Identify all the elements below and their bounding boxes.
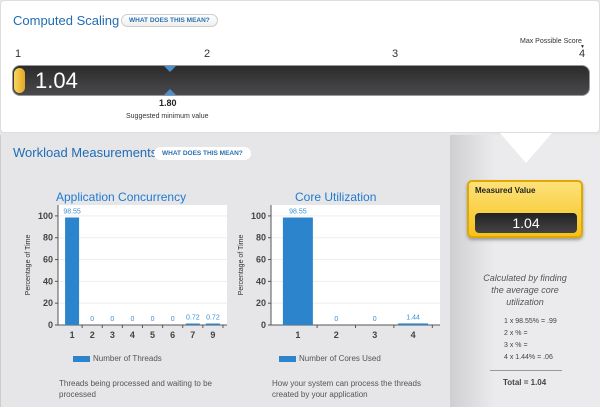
calc-total: Total = 1.04 bbox=[503, 378, 547, 387]
y-axis-label: Percentage of Time bbox=[25, 235, 32, 296]
y-tick-label: 60 bbox=[43, 255, 53, 265]
y-tick-label: 40 bbox=[43, 276, 53, 286]
application-concurrency-chart: 020406080100Percentage of Time98.5510203… bbox=[25, 205, 227, 340]
data-label: 98.55 bbox=[63, 208, 81, 215]
bar bbox=[282, 217, 313, 325]
measured-column bbox=[450, 135, 600, 407]
max-score-arrow-icon: ▼ bbox=[580, 44, 585, 50]
suggested-marker-top-icon bbox=[164, 66, 176, 72]
data-label: 0.72 bbox=[206, 315, 220, 322]
calc-line: 1 x 98.55% = .99 bbox=[504, 318, 557, 325]
x-tick-label: 9 bbox=[210, 330, 215, 340]
gauge-fill bbox=[14, 68, 25, 93]
scale-tick: 2 bbox=[204, 48, 211, 60]
x-tick-label: 6 bbox=[170, 330, 175, 340]
x-tick-label: 3 bbox=[110, 330, 115, 340]
chart-description: How your system can process the threads … bbox=[272, 379, 421, 399]
data-label: 98.55 bbox=[289, 208, 307, 215]
computed-scaling-title: Computed Scaling bbox=[13, 13, 120, 28]
measured-value-label: Measured Value bbox=[475, 186, 536, 195]
data-label: 0 bbox=[334, 316, 338, 323]
legend-cores: Number of Cores Used bbox=[279, 354, 381, 363]
legend-threads: Number of Threads bbox=[73, 354, 162, 363]
y-tick-label: 80 bbox=[43, 233, 53, 243]
scaling-gauge: 1.04 bbox=[12, 65, 590, 96]
plot-area bbox=[58, 205, 227, 325]
suggested-marker-bottom-icon bbox=[164, 89, 176, 95]
y-tick-label: 100 bbox=[38, 211, 53, 221]
y-tick-label: 60 bbox=[256, 255, 266, 265]
calc-line: 2 x % = bbox=[504, 330, 528, 337]
gauge-value: 1.04 bbox=[35, 68, 78, 93]
workload-title: Workload Measurements bbox=[13, 145, 158, 160]
x-tick-label: 7 bbox=[190, 330, 195, 340]
x-tick-label: 4 bbox=[411, 330, 416, 340]
y-tick-label: 0 bbox=[261, 320, 266, 330]
core-utilization-chart: 020406080100Percentage of Time98.5510203… bbox=[238, 205, 440, 340]
legend-label: Number of Cores Used bbox=[299, 354, 381, 363]
data-label: 0 bbox=[130, 316, 134, 323]
legend-swatch bbox=[73, 355, 90, 362]
max-score-label: Max Possible Score bbox=[520, 38, 582, 45]
measured-value-card: Measured Value 1.04 bbox=[467, 180, 583, 238]
suggested-value: 1.80 bbox=[159, 98, 177, 108]
x-tick-label: 1 bbox=[70, 330, 75, 340]
calc-divider bbox=[490, 370, 562, 371]
pointer-notch bbox=[500, 133, 552, 163]
y-tick-label: 80 bbox=[256, 233, 266, 243]
bar bbox=[185, 323, 200, 325]
data-label: 0 bbox=[171, 316, 175, 323]
measured-value: 1.04 bbox=[475, 213, 577, 233]
data-label: 0 bbox=[151, 316, 155, 323]
suggested-label: Suggested minimum value bbox=[126, 113, 209, 120]
legend-swatch bbox=[279, 355, 296, 362]
calc-line: 3 x % = bbox=[504, 342, 528, 349]
x-tick-label: 3 bbox=[372, 330, 377, 340]
x-tick-label: 1 bbox=[295, 330, 300, 340]
y-axis-label: Percentage of Time bbox=[238, 235, 245, 296]
y-tick-label: 0 bbox=[48, 320, 53, 330]
data-label: 0 bbox=[373, 316, 377, 323]
y-tick-label: 20 bbox=[256, 298, 266, 308]
data-label: 1.44 bbox=[406, 314, 420, 321]
scale-tick: 1 bbox=[15, 48, 22, 60]
data-label: 0 bbox=[110, 316, 114, 323]
bar bbox=[398, 323, 429, 325]
calc-line: 4 x 1.44% = .06 bbox=[504, 354, 553, 361]
legend-label: Number of Threads bbox=[93, 354, 162, 363]
data-label: 0.72 bbox=[186, 315, 200, 322]
x-tick-label: 2 bbox=[334, 330, 339, 340]
x-tick-label: 4 bbox=[130, 330, 135, 340]
x-tick-label: 2 bbox=[90, 330, 95, 340]
scale-tick: 3 bbox=[392, 48, 399, 60]
x-tick-label: 5 bbox=[150, 330, 155, 340]
y-tick-label: 20 bbox=[43, 298, 53, 308]
bar bbox=[205, 323, 220, 325]
calc-description: Calculated by finding the average core u… bbox=[483, 273, 567, 307]
workload-help-button[interactable]: WHAT DOES THIS MEAN? bbox=[154, 147, 251, 160]
computed-help-button[interactable]: WHAT DOES THIS MEAN? bbox=[121, 14, 218, 27]
chart-description: Threads being processed and waiting to b… bbox=[59, 379, 212, 399]
y-tick-label: 100 bbox=[251, 211, 266, 221]
data-label: 0 bbox=[90, 316, 94, 323]
bar bbox=[65, 217, 80, 325]
y-tick-label: 40 bbox=[256, 276, 266, 286]
